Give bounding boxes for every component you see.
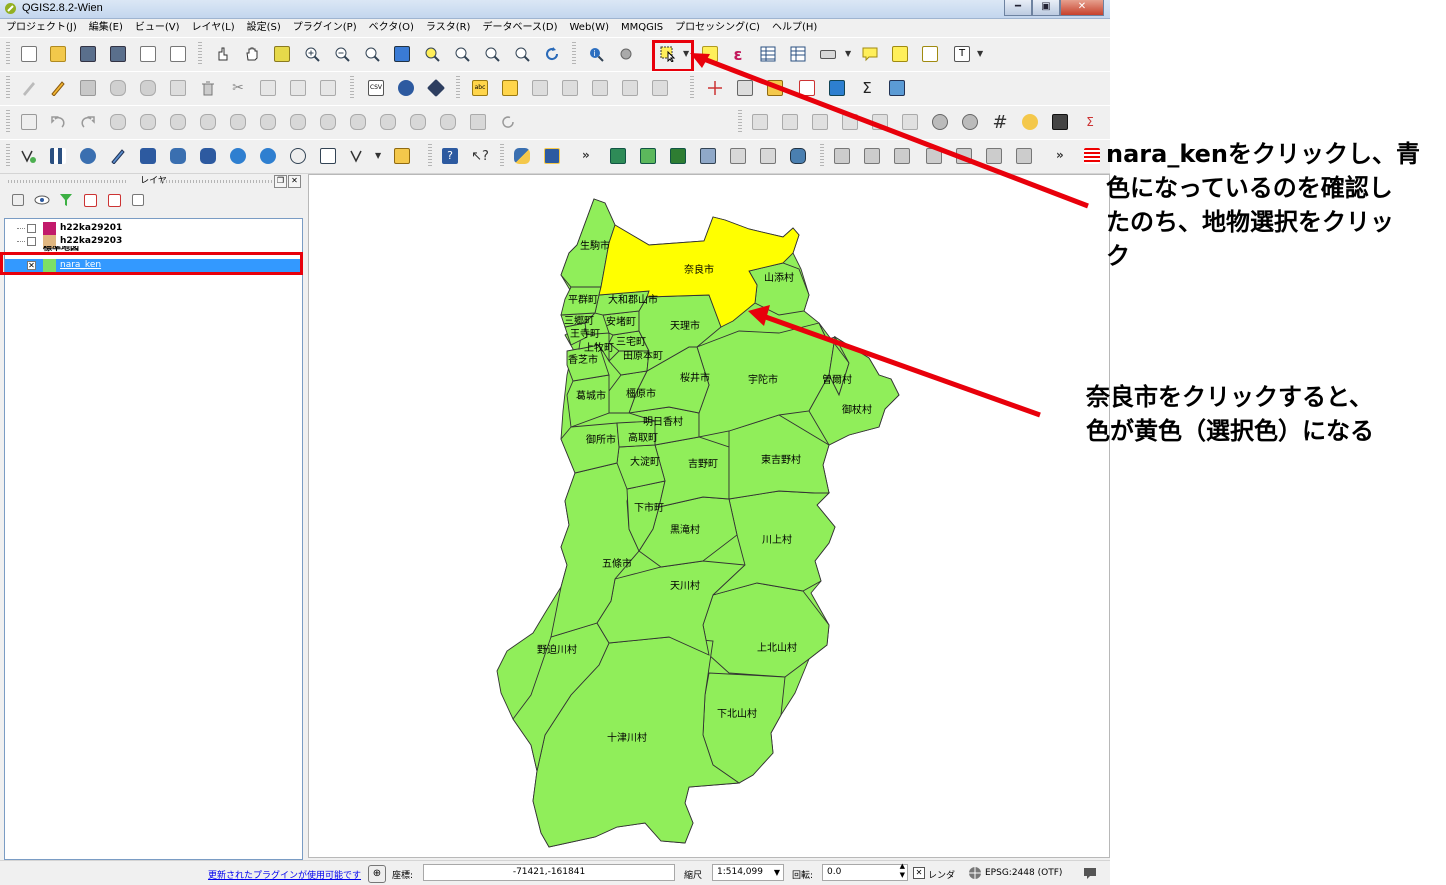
annotation-select-instructions: nara_kenをクリックし、青 色になっているのを確認し たのち、地物選択をク… [1106,137,1420,273]
annotation-line: 奈良市をクリックすると、 [1086,383,1374,411]
annotation-line: ク [1106,242,1130,270]
annotation-line: 色になっているのを確認し [1106,174,1393,202]
annotation-click-nara-city: 奈良市をクリックすると、 色が黄色（選択色）になる [1086,380,1374,448]
annotation-line: nara_kenをクリックし、青 [1106,140,1420,168]
arrow-to-select-tool [695,53,1089,209]
annotation-line: 色が黄色（選択色）になる [1086,417,1374,445]
annotation-line: たのち、地物選択をクリッ [1106,208,1394,236]
arrow-to-nara-city [759,312,1041,418]
arrow-head-nara-city [748,305,770,326]
